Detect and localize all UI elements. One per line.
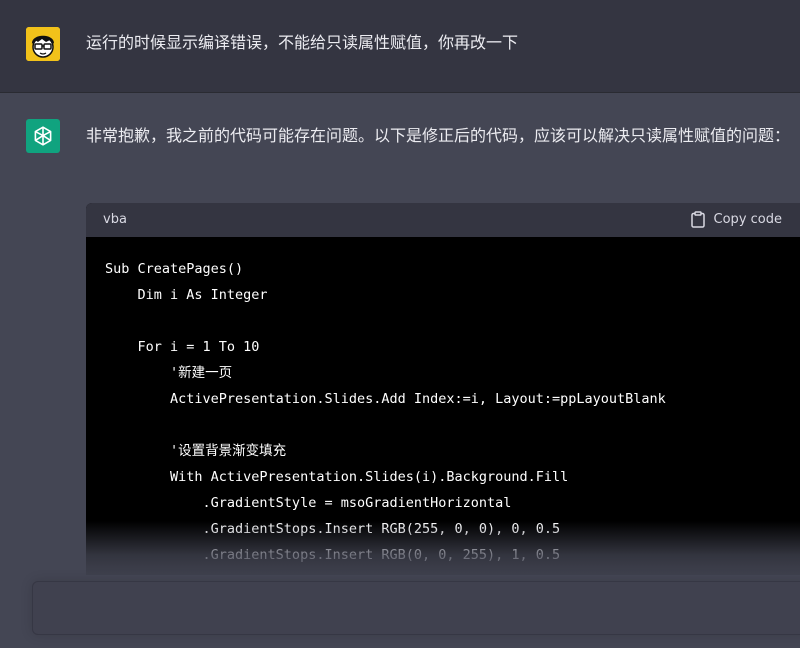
code-line: .GradientStyle = msoGradientHorizontal: [105, 495, 512, 511]
copy-code-label: Copy code: [713, 212, 782, 227]
assistant-message-text: 非常抱歉，我之前的代码可能存在问题。以下是修正后的代码，应该可以解决只读属性赋值…: [86, 126, 791, 145]
code-line: '新建一页: [105, 365, 233, 381]
user-message-row: 运行的时候显示编译错误，不能给只读属性赋值，你再改一下: [0, 0, 800, 93]
copy-code-button[interactable]: Copy code: [690, 211, 782, 228]
code-line: With ActivePresentation.Slides(i).Backgr…: [105, 469, 569, 485]
code-line: For i = 1 To 10: [105, 339, 260, 355]
user-avatar-icon: [26, 27, 60, 61]
clipboard-icon: [690, 211, 705, 228]
code-line: Sub CreatePages(): [105, 261, 244, 277]
code-block: vba Copy code Sub CreatePages() Dim i As…: [86, 203, 800, 583]
code-fade-overlay: [86, 521, 800, 583]
code-line: ActivePresentation.Slides.Add Index:=i, …: [105, 391, 666, 407]
code-block-header: vba Copy code: [86, 203, 800, 237]
user-message-text: 运行的时候显示编译错误，不能给只读属性赋值，你再改一下: [86, 33, 519, 52]
chat-input[interactable]: [32, 581, 800, 635]
openai-logo-icon: [26, 119, 60, 153]
code-line: Dim i As Integer: [105, 287, 268, 303]
code-line: '设置背景渐变填充: [105, 443, 287, 459]
code-language-label: vba: [103, 212, 127, 227]
